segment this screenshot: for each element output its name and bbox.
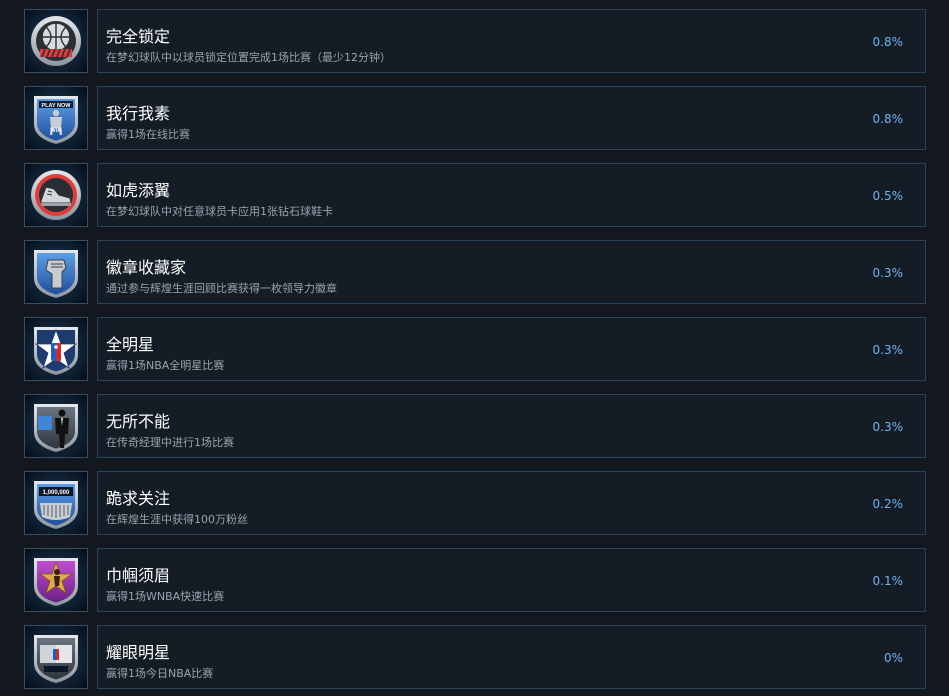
achievement-info: 跪求关注 在辉煌生涯中获得100万粉丝 0.2%	[97, 471, 926, 535]
basketball-lockdown-icon	[31, 16, 81, 66]
achievement-icon-frame	[24, 240, 88, 304]
achievement-unlock-percent: 0.3%	[872, 343, 904, 357]
achievement-title: 全明星	[106, 335, 155, 354]
achievement-unlock-percent: 0.5%	[872, 189, 904, 203]
sneaker-icon	[31, 170, 81, 220]
achievement-title: 徽章收藏家	[106, 258, 187, 277]
achievement-description: 赢得1场NBA全明星比赛	[106, 359, 225, 372]
achievement-icon-frame	[24, 317, 88, 381]
achievement-unlock-percent: 0.1%	[872, 574, 904, 588]
play-now-win-icon: PLAY NOW WIN	[34, 96, 78, 144]
achievement-description: 在辉煌生涯中获得100万粉丝	[106, 513, 248, 526]
achievement-icon-frame	[24, 625, 88, 689]
achievement-unlock-percent: 0.3%	[872, 266, 904, 280]
manager-suit-icon	[34, 404, 78, 452]
svg-text:PLAY NOW: PLAY NOW	[41, 103, 71, 109]
achievement-info: 全明星 赢得1场NBA全明星比赛 0.3%	[97, 317, 926, 381]
achievement-description: 在梦幻球队中对任意球员卡应用1张钻石球鞋卡	[106, 205, 333, 218]
achievement-unlock-percent: 0.8%	[872, 112, 904, 126]
achievement-row: 巾帼须眉 赢得1场WNBA快速比赛 0.1%	[24, 548, 926, 614]
achievement-icon-frame: 1,000,000	[24, 471, 88, 535]
achievement-description: 赢得1场今日NBA比赛	[106, 667, 214, 680]
all-star-icon	[34, 327, 78, 375]
achievement-title: 跪求关注	[106, 489, 171, 508]
nba-today-icon	[34, 635, 78, 683]
achievement-description: 通过参与辉煌生涯回顾比赛获得一枚领导力徽章	[106, 282, 337, 295]
wnba-star-icon	[34, 558, 78, 606]
achievement-info: 我行我素 赢得1场在线比赛 0.8%	[97, 86, 926, 150]
achievement-title: 我行我素	[106, 104, 171, 123]
achievement-row: PLAY NOW WIN 我行我素 赢得1场在线比赛 0.8%	[24, 86, 926, 152]
achievement-info: 完全锁定 在梦幻球队中以球员锁定位置完成1场比赛（最少12分钟） 0.8%	[97, 9, 926, 73]
achievement-icon-frame	[24, 394, 88, 458]
achievement-row: 全明星 赢得1场NBA全明星比赛 0.3%	[24, 317, 926, 383]
achievement-unlock-percent: 0%	[883, 651, 903, 665]
achievement-unlock-percent: 0.2%	[872, 497, 904, 511]
achievement-unlock-percent: 0.8%	[872, 35, 904, 49]
achievement-info: 耀眼明星 赢得1场今日NBA比赛 0%	[97, 625, 926, 689]
achievement-row: 如虎添翼 在梦幻球队中对任意球员卡应用1张钻石球鞋卡 0.5%	[24, 163, 926, 229]
achievement-row: 完全锁定 在梦幻球队中以球员锁定位置完成1场比赛（最少12分钟） 0.8%	[24, 9, 926, 75]
achievement-row: 1,000,000 跪求关注 在辉煌生涯中获得100万粉丝 0.2%	[24, 471, 926, 537]
achievement-description: 在梦幻球队中以球员锁定位置完成1场比赛（最少12分钟）	[106, 51, 391, 64]
achievement-title: 巾帼须眉	[106, 566, 171, 585]
fist-badge-icon	[34, 250, 78, 298]
followers-counter-icon: 1,000,000	[34, 481, 78, 529]
achievement-title: 如虎添翼	[106, 181, 171, 200]
achievement-icon-frame	[24, 548, 88, 612]
svg-text:1,000,000: 1,000,000	[43, 490, 70, 496]
achievement-info: 巾帼须眉 赢得1场WNBA快速比赛 0.1%	[97, 548, 926, 612]
achievement-description: 赢得1场在线比赛	[106, 128, 190, 141]
achievement-icon-frame	[24, 9, 88, 73]
achievement-unlock-percent: 0.3%	[872, 420, 904, 434]
achievement-icon-frame: PLAY NOW WIN	[24, 86, 88, 150]
achievement-description: 在传奇经理中进行1场比赛	[106, 436, 234, 449]
achievement-title: 耀眼明星	[106, 643, 171, 662]
achievement-description: 赢得1场WNBA快速比赛	[106, 590, 225, 603]
achievement-row: 徽章收藏家 通过参与辉煌生涯回顾比赛获得一枚领导力徽章 0.3%	[24, 240, 926, 306]
achievement-row: 耀眼明星 赢得1场今日NBA比赛 0%	[24, 625, 926, 691]
achievement-info: 如虎添翼 在梦幻球队中对任意球员卡应用1张钻石球鞋卡 0.5%	[97, 163, 926, 227]
svg-text:WIN: WIN	[50, 128, 62, 134]
achievement-info: 徽章收藏家 通过参与辉煌生涯回顾比赛获得一枚领导力徽章 0.3%	[97, 240, 926, 304]
achievement-title: 完全锁定	[106, 27, 171, 46]
achievement-info: 无所不能 在传奇经理中进行1场比赛 0.3%	[97, 394, 926, 458]
achievement-row: 无所不能 在传奇经理中进行1场比赛 0.3%	[24, 394, 926, 460]
achievement-list: 完全锁定 在梦幻球队中以球员锁定位置完成1场比赛（最少12分钟） 0.8% PL…	[0, 0, 949, 696]
achievement-icon-frame	[24, 163, 88, 227]
achievement-title: 无所不能	[106, 412, 171, 431]
